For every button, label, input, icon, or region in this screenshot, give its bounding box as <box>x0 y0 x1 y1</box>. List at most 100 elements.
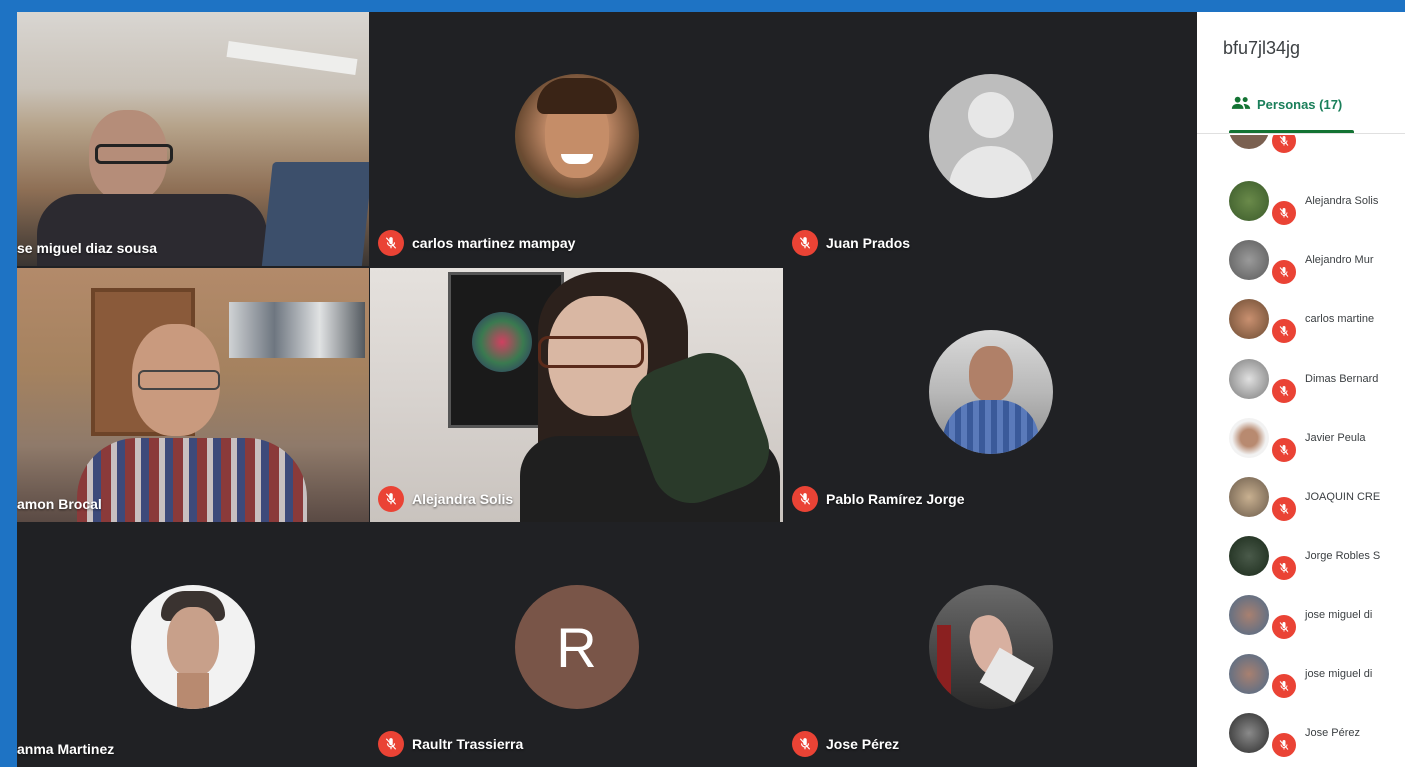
participant-avatar <box>1229 536 1269 576</box>
participant-row-name: JOAQUIN CRE <box>1305 491 1381 503</box>
video-grid: se miguel diaz sousa carlos martinez mam… <box>17 12 1197 767</box>
participant-name-label: Juan Prados <box>826 235 911 251</box>
participant-name-label: se miguel diaz sousa <box>17 240 158 256</box>
mic-off-icon <box>792 230 818 256</box>
participant-name-label: Raultr Trassierra <box>412 736 524 752</box>
mic-off-icon <box>1270 495 1298 523</box>
side-panel: bfu7jl34jg Personas (17) Alejandra Solis <box>1197 12 1405 767</box>
mic-off-icon <box>1270 317 1298 345</box>
participant-row[interactable]: carlos martine <box>1197 291 1405 349</box>
avatar <box>928 330 1053 454</box>
participant-name: se miguel diaz sousa <box>17 240 157 256</box>
participant-name: amon Brocal <box>17 496 102 512</box>
participant-avatar <box>1229 418 1269 458</box>
participant-name-label: Alejandra Solis <box>412 491 514 507</box>
avatar-neck <box>177 673 209 709</box>
mic-off-icon <box>378 731 404 757</box>
mic-off-icon <box>1270 199 1298 227</box>
participant-avatar <box>1229 181 1269 221</box>
participant-name-label: Jose Pérez <box>826 736 900 752</box>
mic-off-icon <box>1270 613 1298 641</box>
participant-tile[interactable]: Juan Prados <box>784 12 1197 266</box>
participant-avatar <box>1229 654 1269 694</box>
participant-avatar <box>1229 359 1269 399</box>
avatar-shirt <box>942 400 1039 454</box>
participant-row-name: Jose Pérez <box>1305 727 1361 739</box>
participant-avatar <box>1229 595 1269 635</box>
participant-row-name: jose miguel di <box>1305 609 1373 621</box>
participant-row[interactable]: Jorge Robles S <box>1197 528 1405 586</box>
participant-name: anma Martinez <box>17 741 114 757</box>
participant-row[interactable] <box>1197 135 1405 159</box>
participant-row-name: Alejandro Mur <box>1305 254 1374 266</box>
participant-row[interactable]: Dimas Bernard <box>1197 351 1405 409</box>
participant-list[interactable]: Alejandra Solis Alejandro Mur carlos mar… <box>1197 135 1405 767</box>
avatar <box>514 74 639 198</box>
meet-window: se miguel diaz sousa carlos martinez mam… <box>17 12 1405 767</box>
participant-tile[interactable]: Alejandra Solis <box>370 268 783 522</box>
participant-tile[interactable]: anma Martinez <box>17 523 369 767</box>
default-avatar <box>928 74 1053 198</box>
participant-name: carlos martinez mampay <box>378 230 575 256</box>
participant-row-name: jose miguel di <box>1305 668 1373 680</box>
participant-tile[interactable]: carlos martinez mampay <box>370 12 783 266</box>
avatar-smile <box>560 154 593 164</box>
participant-name: Pablo Ramírez Jorge <box>792 486 965 512</box>
painting <box>229 302 365 358</box>
participant-name: Juan Prados <box>792 230 910 256</box>
mic-off-icon <box>1270 672 1298 700</box>
participant-row[interactable]: jose miguel di <box>1197 646 1405 704</box>
laptop <box>261 162 369 266</box>
divider <box>1197 133 1405 134</box>
participant-avatar <box>1229 135 1269 149</box>
mic-off-icon <box>378 230 404 256</box>
participant-tile[interactable]: Pablo Ramírez Jorge <box>784 268 1197 522</box>
avatar-body-shape <box>948 146 1033 198</box>
glasses <box>95 144 173 164</box>
participant-row[interactable]: Javier Peula <box>1197 410 1405 468</box>
glasses <box>138 370 220 390</box>
participant-name-label: anma Martinez <box>17 741 115 757</box>
avatar-accent <box>936 625 951 695</box>
participant-tile[interactable]: se miguel diaz sousa <box>17 12 369 266</box>
participant-row-name: carlos martine <box>1305 313 1375 325</box>
participant-row-name: Dimas Bernard <box>1305 373 1379 385</box>
tab-people-label: Personas (17) <box>1257 97 1343 112</box>
glasses <box>538 336 644 368</box>
participant-avatar <box>1229 477 1269 517</box>
participant-tile[interactable]: R Raultr Trassierra <box>370 523 783 767</box>
initial-avatar: R <box>514 585 639 709</box>
mic-off-icon <box>1270 377 1298 405</box>
mic-off-icon <box>1270 135 1298 155</box>
avatar-hair <box>536 78 617 114</box>
participant-avatar <box>1229 240 1269 280</box>
participant-row-name: Jorge Robles S <box>1305 550 1381 562</box>
participant-tile[interactable]: amon Brocal <box>17 268 369 522</box>
participant-name: Raultr Trassierra <box>378 731 523 757</box>
mic-off-icon <box>1270 258 1298 286</box>
participant-row[interactable]: Alejandra Solis <box>1197 173 1405 231</box>
person-body <box>77 438 307 522</box>
poster-art <box>472 312 532 372</box>
avatar-face <box>167 607 219 677</box>
participant-name: Alejandra Solis <box>378 486 513 512</box>
mic-off-icon <box>1270 731 1298 759</box>
avatar-initial: R <box>556 615 597 679</box>
participant-row[interactable]: Jose Pérez <box>1197 705 1405 763</box>
avatar-face <box>968 346 1013 402</box>
participant-row-name: Javier Peula <box>1305 432 1366 444</box>
participant-avatar <box>1229 713 1269 753</box>
avatar <box>928 585 1053 709</box>
participant-name-label: amon Brocal <box>17 496 102 512</box>
avatar <box>131 585 255 709</box>
people-icon <box>1231 96 1251 113</box>
participant-avatar <box>1229 299 1269 339</box>
tab-people[interactable]: Personas (17) <box>1231 96 1342 113</box>
avatar-head-shape <box>967 92 1014 138</box>
mic-off-icon <box>378 486 404 512</box>
participant-row[interactable]: jose miguel di <box>1197 587 1405 645</box>
participant-row[interactable]: Alejandro Mur <box>1197 232 1405 290</box>
participant-tile[interactable]: Jose Pérez <box>784 523 1197 767</box>
mic-off-icon <box>792 731 818 757</box>
participant-row[interactable]: JOAQUIN CRE <box>1197 469 1405 527</box>
